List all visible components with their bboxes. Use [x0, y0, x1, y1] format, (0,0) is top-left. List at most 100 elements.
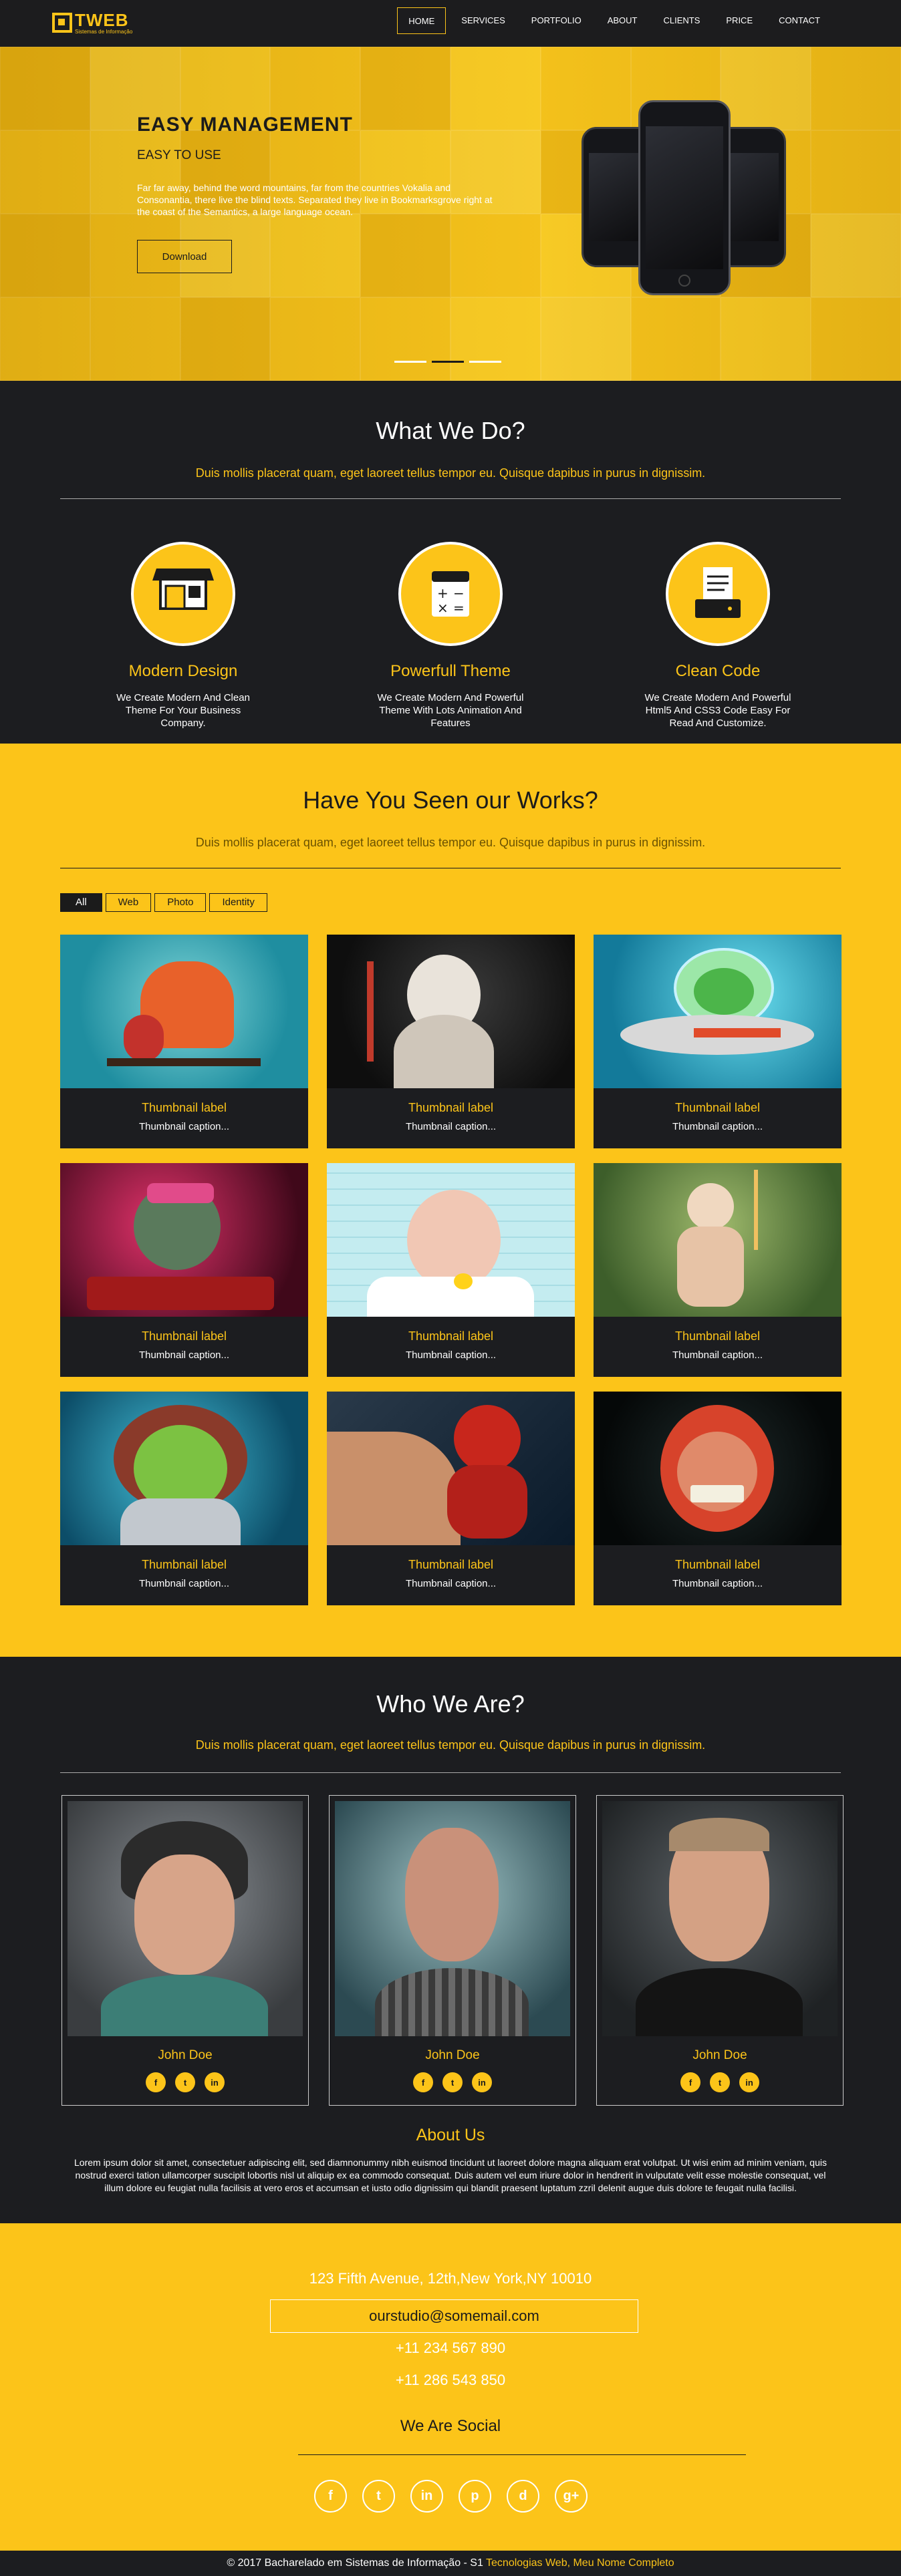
thumbnail-label: Thumbnail label [408, 1558, 494, 1571]
linkedin-icon[interactable]: in [205, 2072, 225, 2092]
thumbnail-label: Thumbnail label [408, 1101, 494, 1114]
who-we-are-section: Who We Are? Duis mollis placerat quam, e… [0, 1657, 901, 2223]
menu-item-clients[interactable]: CLIENTS [652, 7, 711, 34]
portfolio-item[interactable]: Thumbnail label Thumbnail caption... [327, 1163, 575, 1377]
footer-credits: Tecnologias Web, Meu Nome Completo [486, 2557, 674, 2569]
footer-text: © 2017 Bacharelado em Sistemas de Inform… [227, 2557, 487, 2569]
thumbnail-label: Thumbnail label [141, 1329, 227, 1343]
logo-title: TWEB [75, 9, 129, 30]
dribbble-icon[interactable]: d [507, 2480, 539, 2513]
menu-item-contact[interactable]: CONTACT [768, 7, 831, 34]
twitter-icon[interactable]: t [362, 2480, 395, 2513]
thumbnail-caption: Thumbnail caption... [138, 1578, 230, 1589]
thumbnail-caption: Thumbnail caption... [405, 1578, 497, 1589]
twitter-icon[interactable]: t [175, 2072, 195, 2092]
thumbnail-label: Thumbnail label [674, 1101, 761, 1114]
facebook-icon[interactable]: f [680, 2072, 700, 2092]
calculator-icon: + − × = [398, 542, 503, 646]
works-section: Have You Seen our Works? Duis mollis pla… [0, 744, 901, 1657]
what-we-do-section: What We Do? Duis mollis placerat quam, e… [0, 381, 901, 744]
download-button[interactable]: Download [137, 240, 232, 273]
menu-item-about[interactable]: ABOUT [597, 7, 648, 34]
portfolio-item[interactable]: Thumbnail label Thumbnail caption... [60, 1163, 308, 1377]
member-name: John Doe [158, 2048, 213, 2062]
portfolio-item[interactable]: Thumbnail label Thumbnail caption... [594, 1163, 842, 1377]
contact-email[interactable]: ourstudio@somemail.com [270, 2299, 638, 2333]
section-title: Who We Are? [376, 1690, 525, 1718]
about-title: About Us [416, 2126, 485, 2144]
portfolio-item[interactable]: Thumbnail label Thumbnail caption... [60, 1392, 308, 1605]
svg-text:×: × [437, 600, 448, 616]
portfolio-item[interactable]: Thumbnail label Thumbnail caption... [594, 935, 842, 1148]
service-modern-design: Modern Design We Create Modern And Clean… [83, 542, 283, 730]
slide-indicator[interactable] [469, 361, 501, 363]
slider-indicators [394, 361, 501, 363]
slide-indicator[interactable] [394, 361, 426, 363]
main-menu: HOME SERVICES PORTFOLIO ABOUT CLIENTS PR… [392, 7, 831, 34]
service-text: We Create Modern And Powerful Theme With… [377, 692, 524, 729]
section-lead: Duis mollis placerat quam, eget laoreet … [195, 836, 706, 849]
navbar: TWEB Sistemas de Informação HOME SERVICE… [0, 0, 901, 47]
service-text: We Create Modern And Clean Theme For You… [116, 692, 250, 729]
portfolio-item[interactable]: Thumbnail label Thumbnail caption... [327, 1392, 575, 1605]
filter-photo[interactable]: Photo [154, 893, 207, 912]
svg-text:+: + [437, 585, 448, 601]
section-title: Have You Seen our Works? [303, 786, 598, 814]
facebook-icon[interactable]: f [314, 2480, 347, 2513]
social-links: f t in p d g+ [314, 2480, 588, 2513]
service-title: Clean Code [675, 662, 761, 680]
member-photo [68, 1801, 303, 2036]
logo-subtitle: Sistemas de Informação [75, 28, 133, 35]
hero-subtitle: EASY TO USE [137, 148, 221, 162]
team-member: John Doe f t in [329, 1795, 576, 2106]
logo[interactable]: TWEB Sistemas de Informação [52, 8, 132, 37]
document-icon [666, 542, 770, 646]
member-photo [602, 1801, 838, 2036]
thumbnail-image [327, 935, 575, 1088]
service-text: We Create Modern And Powerful Html5 And … [644, 692, 791, 729]
thumbnail-image [594, 1392, 842, 1545]
filter-all[interactable]: All [60, 893, 102, 912]
portfolio-item[interactable]: Thumbnail label Thumbnail caption... [60, 935, 308, 1148]
contact-section: 123 Fifth Avenue, 12th,New York,NY 10010… [0, 2223, 901, 2551]
member-name: John Doe [425, 2048, 480, 2062]
svg-text:−: − [453, 585, 465, 601]
menu-item-home[interactable]: HOME [397, 7, 446, 34]
menu-item-portfolio[interactable]: PORTFOLIO [521, 7, 592, 34]
facebook-icon[interactable]: f [146, 2072, 166, 2092]
thumbnail-image [327, 1392, 575, 1545]
linkedin-icon[interactable]: in [739, 2072, 759, 2092]
twitter-icon[interactable]: t [442, 2072, 463, 2092]
thumbnail-label: Thumbnail label [408, 1329, 494, 1343]
linkedin-icon[interactable]: in [410, 2480, 443, 2513]
thumbnail-label: Thumbnail label [674, 1329, 761, 1343]
thumbnail-caption: Thumbnail caption... [138, 1349, 230, 1361]
slide-indicator-active[interactable] [432, 361, 464, 363]
google-plus-icon[interactable]: g+ [555, 2480, 588, 2513]
member-photo [335, 1801, 570, 2036]
thumbnail-image [594, 1163, 842, 1317]
thumbnail-label: Thumbnail label [141, 1558, 227, 1571]
service-title: Powerfull Theme [390, 662, 511, 680]
menu-item-services[interactable]: SERVICES [450, 7, 516, 34]
menu-item-price[interactable]: PRICE [715, 7, 763, 34]
filter-identity[interactable]: Identity [209, 893, 267, 912]
linkedin-icon[interactable]: in [472, 2072, 492, 2092]
pinterest-icon[interactable]: p [459, 2480, 491, 2513]
about-text: Lorem ipsum dolor sit amet, consectetuer… [74, 2157, 827, 2193]
thumbnail-image [60, 935, 308, 1088]
service-clean-code: Clean Code We Create Modern And Powerful… [618, 542, 818, 730]
thumbnail-image [594, 935, 842, 1088]
facebook-icon[interactable]: f [413, 2072, 433, 2092]
team-member: John Doe f t in [61, 1795, 309, 2106]
section-title: What We Do? [376, 417, 525, 444]
twitter-icon[interactable]: t [710, 2072, 730, 2092]
footer: © 2017 Bacharelado em Sistemas de Inform… [0, 2551, 901, 2576]
hero-text: Far far away, behind the word mountains,… [137, 182, 493, 217]
portfolio-item[interactable]: Thumbnail label Thumbnail caption... [327, 935, 575, 1148]
filter-web[interactable]: Web [105, 893, 152, 912]
member-name: John Doe [692, 2048, 747, 2062]
thumbnail-caption: Thumbnail caption... [672, 1349, 763, 1361]
thumbnail-caption: Thumbnail caption... [405, 1349, 497, 1361]
portfolio-item[interactable]: Thumbnail label Thumbnail caption... [594, 1392, 842, 1605]
